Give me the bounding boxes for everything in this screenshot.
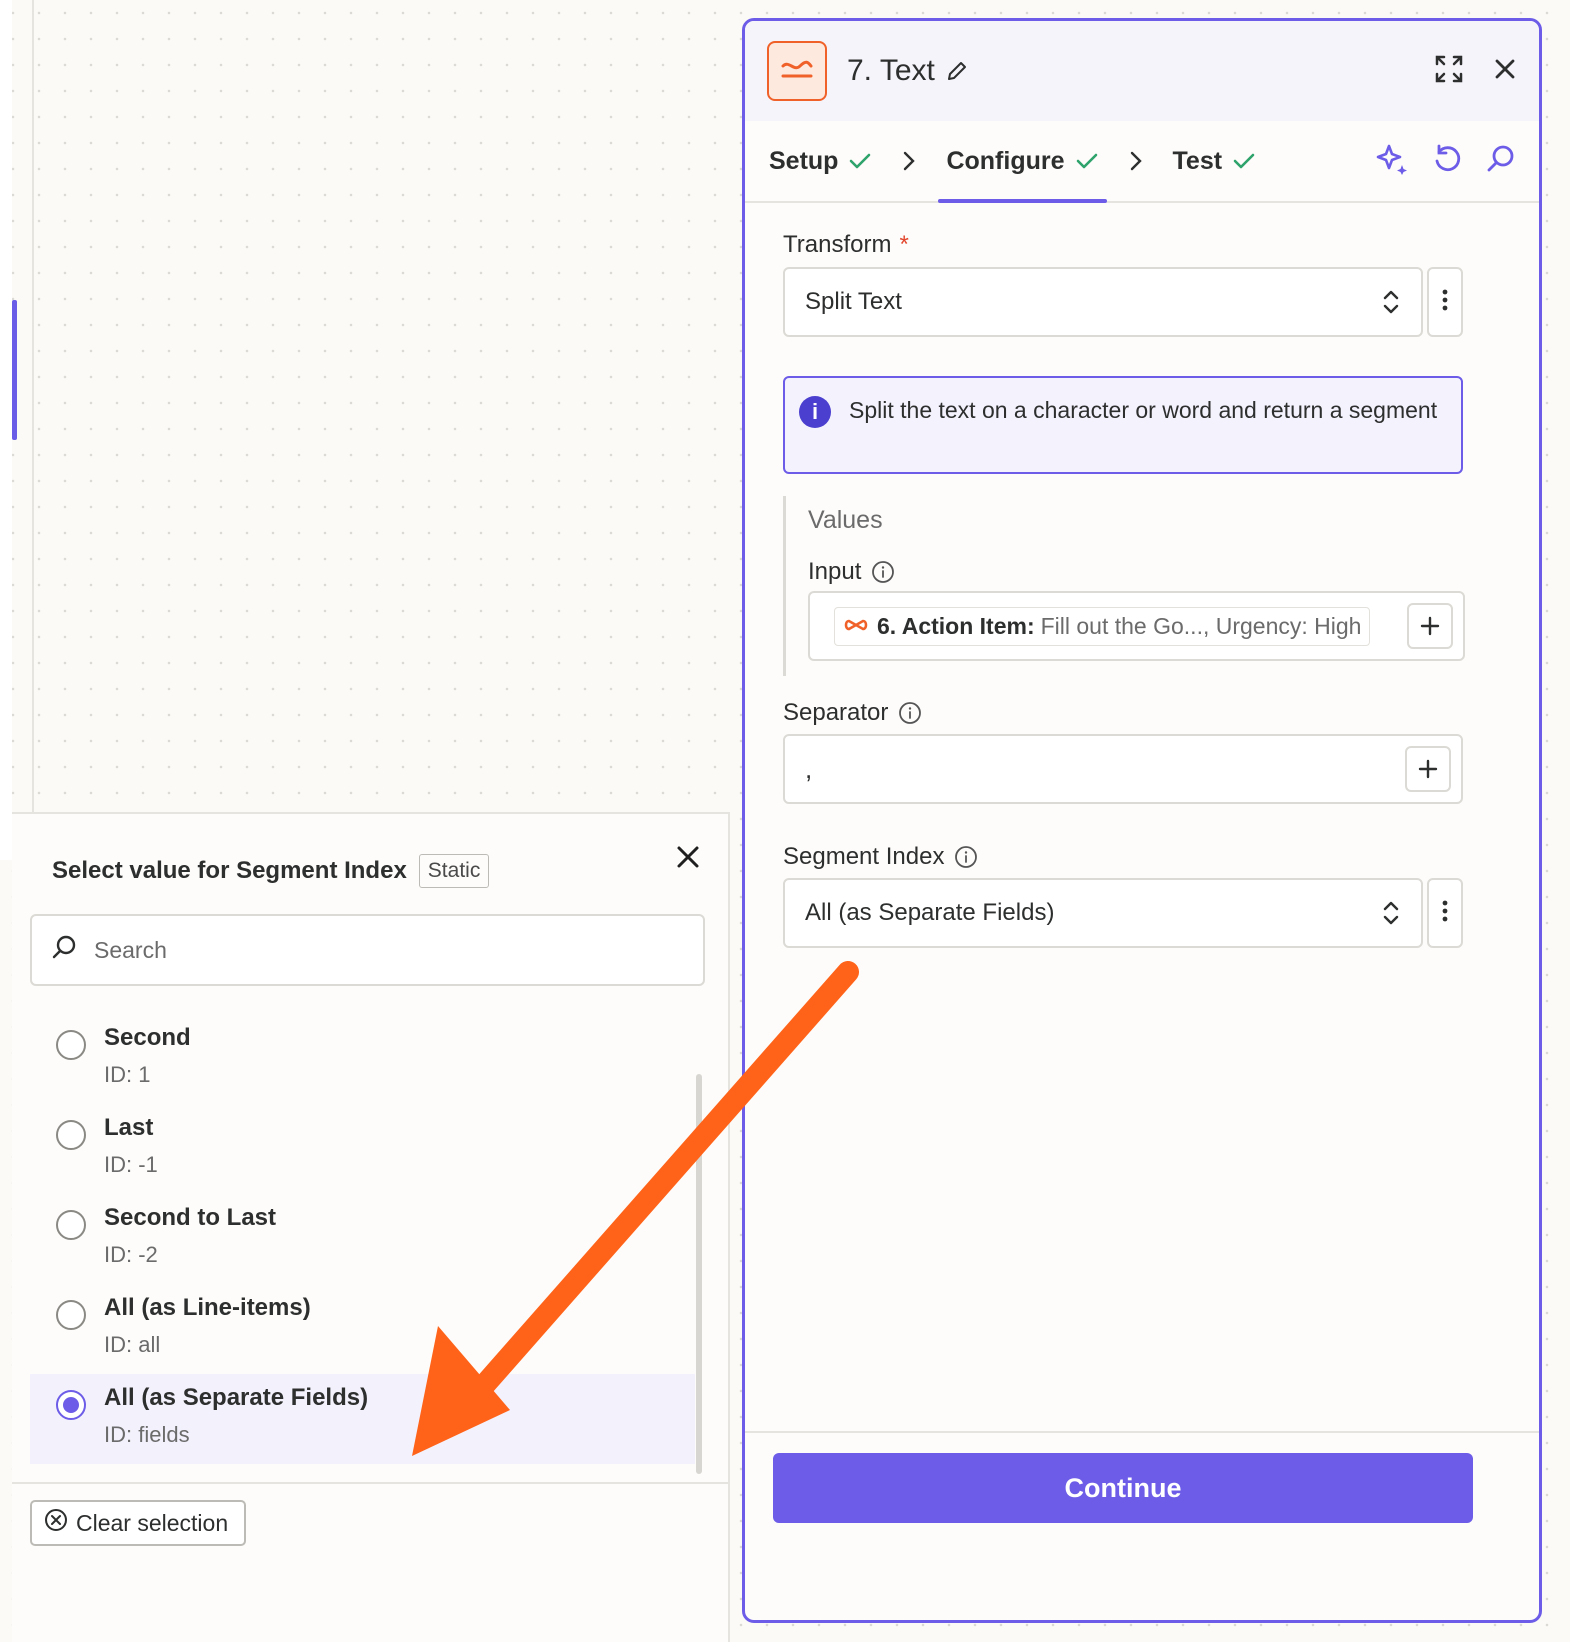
check-icon [1075,151,1099,171]
tab-label: Test [1172,146,1223,175]
segment-index-value: All (as Separate Fields) [805,899,1055,926]
option-list: Second ID: 1 Last ID: -1 Second to Last … [30,1014,695,1464]
kebab-icon [1442,288,1448,317]
separator-value: , [805,753,813,784]
clear-circle-icon [44,1508,68,1538]
input-label-text: Input [808,558,862,585]
search-input[interactable] [94,936,654,964]
undo-icon[interactable] [1431,143,1463,180]
option-id: ID: all [104,1332,161,1357]
transform-label: Transform * [783,231,909,259]
popover-footer-divider [12,1482,728,1484]
radio-button[interactable] [56,1210,86,1240]
panel-header: 7. Text [745,21,1539,121]
separator-label: Separator [783,699,922,727]
check-icon [1232,151,1256,171]
radio-button[interactable] [56,1120,86,1150]
step-tabs: Setup Configure Test [745,121,1539,203]
radio-button[interactable] [56,1300,86,1330]
canvas-left-strip [0,0,12,860]
info-icon: i [799,396,831,428]
option-second-to-last[interactable]: Second to Last ID: -2 [30,1194,695,1284]
segment-index-popover: Select value for Segment Index Static Se… [12,812,730,1642]
tab-test[interactable]: Test [1173,121,1257,201]
check-icon [848,151,872,171]
close-icon[interactable] [675,844,701,875]
info-message: i Split the text on a character or word … [783,376,1463,474]
expand-icon[interactable] [1433,53,1465,90]
kebab-icon [1442,899,1448,928]
step-panel: 7. Text Setup Configure Test Transform *… [742,18,1542,1623]
option-id: ID: 1 [104,1062,151,1087]
canvas-accent-bar [12,300,17,440]
info-circle-icon[interactable] [898,701,922,725]
info-circle-icon[interactable] [871,560,895,584]
option-all-line-items[interactable]: All (as Line-items) ID: all [30,1284,695,1374]
input-field[interactable]: 6. Action Item: Fill out the Go..., Urge… [808,591,1465,661]
clear-selection-label: Clear selection [76,1509,229,1536]
option-label: Second [104,1024,191,1051]
scrollbar[interactable] [696,1074,702,1474]
transform-select[interactable]: Split Text [783,267,1423,337]
tab-label: Configure [946,146,1065,175]
insert-data-button[interactable] [1407,603,1453,649]
pencil-icon[interactable] [945,59,969,83]
radio-button-selected[interactable] [56,1390,86,1420]
tab-label: Setup [769,146,839,175]
segment-index-more-button[interactable] [1427,878,1463,948]
canvas-divider [32,0,34,860]
pill-value: Fill out the Go..., Urgency: High [1040,612,1362,639]
required-mark: * [899,231,909,258]
transform-more-button[interactable] [1427,267,1463,337]
input-label: Input [808,558,895,586]
option-second[interactable]: Second ID: 1 [30,1014,695,1104]
separator-input[interactable]: , [783,734,1463,804]
close-icon[interactable] [1493,57,1517,86]
values-title: Values [808,506,883,534]
continue-button[interactable]: Continue [773,1453,1473,1523]
info-message-text: Split the text on a character or word an… [849,397,1438,423]
chevron-up-down-icon [1381,899,1401,927]
panel-footer-divider [745,1431,1539,1433]
loop-icon [843,613,869,640]
option-label: Last [104,1114,154,1141]
popover-title-text: Select value for Segment Index [52,857,407,884]
option-all-separate-fields[interactable]: All (as Separate Fields) ID: fields [30,1374,695,1464]
sparkle-icon[interactable] [1375,142,1409,181]
tab-configure[interactable]: Configure [938,121,1107,203]
values-group: Values Input 6. Action Item: Fill out th… [783,496,1465,676]
option-label: All (as Line-items) [104,1294,311,1321]
option-last[interactable]: Last ID: -1 [30,1104,695,1194]
search-icon[interactable] [1485,143,1517,180]
chevron-up-down-icon [1381,288,1401,316]
static-badge: Static [418,854,490,888]
search-icon [50,934,78,967]
segment-index-label-text: Segment Index [783,843,945,870]
option-label: All (as Separate Fields) [104,1384,369,1411]
clear-selection-button[interactable]: Clear selection [30,1500,247,1546]
option-label: Second to Last [104,1204,277,1231]
insert-data-button[interactable] [1405,746,1451,792]
chevron-right-icon [902,150,916,172]
pill-label: 6. Action Item: [877,612,1035,639]
separator-label-text: Separator [783,699,889,726]
mapped-field-pill[interactable]: 6. Action Item: Fill out the Go..., Urge… [834,606,1371,646]
segment-index-select[interactable]: All (as Separate Fields) [783,878,1423,948]
search-field[interactable] [30,914,705,986]
step-title: 7. Text [847,54,935,87]
chevron-right-icon [1129,150,1143,172]
option-id: ID: -2 [104,1242,158,1267]
segment-index-label: Segment Index [783,843,978,871]
formatter-app-icon [767,41,827,101]
option-id: ID: fields [104,1422,190,1447]
transform-value: Split Text [805,288,902,315]
radio-button[interactable] [56,1030,86,1060]
info-circle-icon[interactable] [954,845,978,869]
transform-label-text: Transform [783,231,892,258]
tab-setup[interactable]: Setup [769,121,872,201]
option-id: ID: -1 [104,1152,158,1177]
popover-title: Select value for Segment Index Static [52,854,490,888]
